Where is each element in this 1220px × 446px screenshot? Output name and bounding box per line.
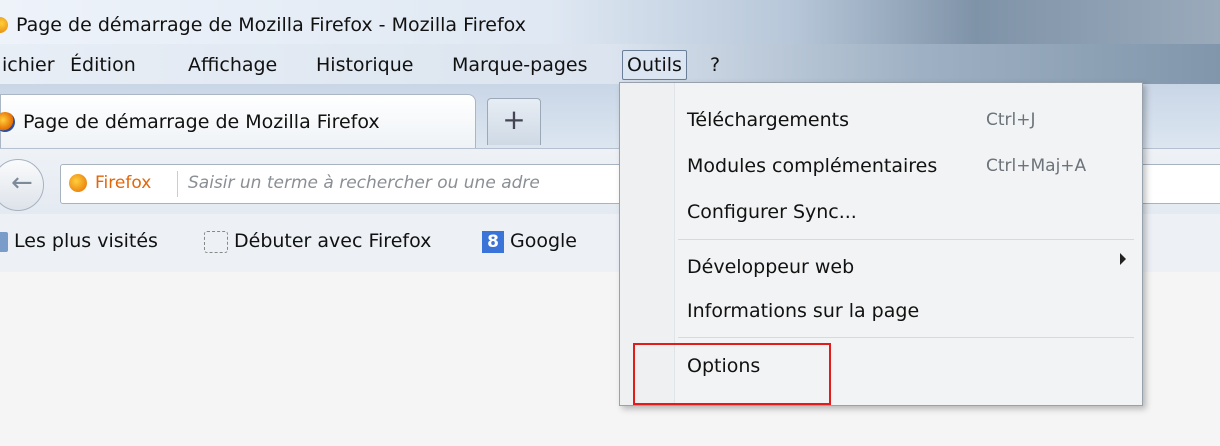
menu-help[interactable]: ? [710, 54, 720, 76]
bookmark-most-visited[interactable]: Les plus visités [0, 230, 158, 252]
identity-label: Firefox [95, 173, 152, 193]
folder-icon [0, 231, 8, 252]
firefox-logo-icon [0, 17, 8, 33]
menu-edition[interactable]: Édition [70, 54, 136, 76]
bookmark-google[interactable]: 8 Google [482, 230, 577, 253]
menu-historique[interactable]: Historique [316, 54, 413, 76]
url-placeholder: Saisir un terme à rechercher ou une adre [188, 173, 540, 193]
menu-item-configurer-sync[interactable]: Configurer Sync... [687, 201, 857, 223]
back-arrow-icon: ← [11, 168, 33, 198]
menu-item-telechargements[interactable]: Téléchargements [687, 109, 849, 131]
submenu-arrow-icon [1120, 253, 1126, 265]
options-highlight-box [633, 343, 831, 405]
menu-bar: ichier Édition Affichage Historique Marq… [0, 44, 1220, 84]
menu-separator [678, 239, 1134, 240]
menu-item-informations-page[interactable]: Informations sur la page [687, 300, 919, 322]
menu-marque-pages[interactable]: Marque-pages [452, 54, 588, 76]
url-separator [177, 171, 178, 197]
menu-fichier[interactable]: ichier [2, 54, 55, 76]
shortcut-telechargements: Ctrl+J [986, 110, 1036, 130]
menu-outils[interactable]: Outils [622, 50, 687, 80]
google-icon: 8 [482, 230, 504, 253]
menu-affichage[interactable]: Affichage [188, 54, 277, 76]
tab-label: Page de démarrage de Mozilla Firefox [23, 111, 380, 133]
title-bar: Page de démarrage de Mozilla Firefox - M… [0, 0, 1220, 44]
bookmark-getting-started[interactable]: Débuter avec Firefox [204, 230, 431, 253]
firefox-tab-icon [0, 112, 15, 132]
dashed-page-icon [204, 230, 228, 253]
tab-start-page[interactable]: Page de démarrage de Mozilla Firefox [0, 94, 476, 149]
new-tab-button[interactable]: + [487, 98, 541, 145]
menu-item-modules[interactable]: Modules complémentaires [687, 155, 937, 177]
shortcut-modules: Ctrl+Maj+A [986, 156, 1087, 176]
firefox-identity-icon [69, 174, 87, 192]
menu-item-developpeur-web[interactable]: Développeur web [687, 256, 854, 278]
window-title: Page de démarrage de Mozilla Firefox - M… [16, 14, 526, 36]
menu-separator [678, 337, 1134, 338]
back-button[interactable]: ← [0, 159, 44, 211]
